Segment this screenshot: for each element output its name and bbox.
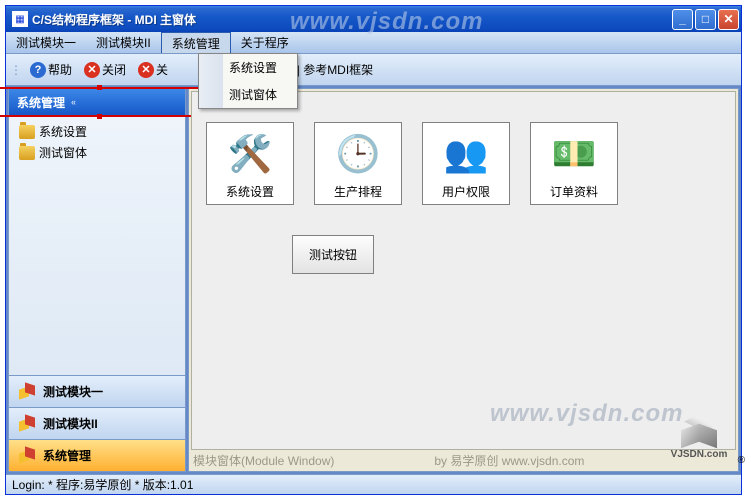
sidebar-header-label: 系统管理 — [17, 94, 65, 111]
close2-tool-button[interactable]: ✕ 关 — [134, 59, 172, 80]
card-label: 生产排程 — [334, 183, 382, 200]
system-dropdown: 系统设置 测试窗体 — [198, 53, 298, 109]
orders-icon: 💵 — [549, 129, 599, 179]
card-settings[interactable]: 🛠️ 系统设置 — [206, 122, 294, 205]
minimize-button[interactable]: _ — [672, 9, 693, 30]
close-tool-button[interactable]: ✕ 关闭 — [80, 59, 130, 80]
nav-label: 测试模块II — [43, 415, 98, 432]
folder-icon — [19, 146, 35, 160]
nav-test2[interactable]: 测试模块II — [9, 407, 185, 439]
test-button[interactable]: 测试按钮 — [292, 235, 374, 274]
cube-icon — [17, 446, 37, 466]
card-label: 系统设置 — [226, 183, 274, 200]
status-text: Login: * 程序:易学原创 * 版本:1.01 — [12, 476, 193, 493]
nav-system[interactable]: 系统管理 — [9, 439, 185, 471]
close-button[interactable]: ✕ — [718, 9, 739, 30]
help-button[interactable]: ? 帮助 — [26, 59, 76, 80]
titlebar[interactable]: ▦ C/S结构程序框架 - MDI 主窗体 _ □ ✕ — [6, 6, 741, 32]
sidebar-nav: 测试模块一 测试模块II 系统管理 — [9, 375, 185, 471]
close-icon: ✕ — [138, 62, 154, 78]
sidebar: 系统管理 « 系统设置 测试窗体 — [8, 88, 186, 472]
close-label: 关闭 — [102, 61, 126, 78]
menu-test2[interactable]: 测试模块II — [86, 32, 161, 53]
tree-label: 系统设置 — [39, 123, 87, 140]
nav-label: 系统管理 — [43, 447, 91, 464]
card-schedule[interactable]: 🕒 生产排程 — [314, 122, 402, 205]
tree-item-settings[interactable]: 系统设置 — [13, 121, 181, 142]
nav-label: 测试模块一 — [43, 383, 103, 400]
close2-label: 关 — [156, 61, 168, 78]
menu-about[interactable]: 关于程序 — [231, 32, 299, 53]
footer-right: by 易学原创 www.vjsdn.com — [434, 452, 584, 469]
app-icon: ▦ — [12, 11, 28, 27]
menu-system[interactable]: 系统管理 — [161, 32, 231, 53]
settings-icon: 🛠️ — [225, 129, 275, 179]
permissions-icon: 👥 — [441, 129, 491, 179]
footer-left: 模块窗体(Module Window) — [193, 452, 334, 469]
content-area: 🛠️ 系统设置 🕒 生产排程 👥 用户权限 💵 订单资料 — [188, 88, 739, 472]
toolbar: ⋮ ? 帮助 ✕ 关闭 ✕ 关 oolbar | 参考MDI框架 — [6, 54, 741, 86]
cube-icon — [17, 382, 37, 402]
window-title: C/S结构程序框架 - MDI 主窗体 — [32, 11, 672, 28]
main-window: ▦ C/S结构程序框架 - MDI 主窗体 _ □ ✕ 测试模块一 测试模块II… — [5, 5, 742, 495]
logo: VJSDN.com ® — [659, 417, 739, 472]
tree-item-testwin[interactable]: 测试窗体 — [13, 142, 181, 163]
dropdown-item-testwin[interactable]: 测试窗体 — [199, 81, 297, 108]
help-label: 帮助 — [48, 61, 72, 78]
menu-test1[interactable]: 测试模块一 — [6, 32, 86, 53]
sidebar-tree: 系统设置 测试窗体 — [9, 115, 185, 375]
schedule-icon: 🕒 — [333, 129, 383, 179]
card-orders[interactable]: 💵 订单资料 — [530, 122, 618, 205]
statusbar: Login: * 程序:易学原创 * 版本:1.01 — [6, 474, 741, 494]
collapse-icon[interactable]: « — [71, 97, 76, 107]
close-icon: ✕ — [84, 62, 100, 78]
cube-icon — [17, 414, 37, 434]
nav-test1[interactable]: 测试模块一 — [9, 375, 185, 407]
tree-label: 测试窗体 — [39, 144, 87, 161]
sidebar-header[interactable]: 系统管理 « — [9, 89, 185, 115]
logo-text: VJSDN.com — [671, 449, 728, 460]
dropdown-item-settings[interactable]: 系统设置 — [199, 54, 297, 81]
menubar: 测试模块一 测试模块II 系统管理 关于程序 — [6, 32, 741, 54]
maximize-button[interactable]: □ — [695, 9, 716, 30]
card-label: 用户权限 — [442, 183, 490, 200]
folder-icon — [19, 125, 35, 139]
card-label: 订单资料 — [550, 183, 598, 200]
card-permissions[interactable]: 👥 用户权限 — [422, 122, 510, 205]
help-icon: ? — [30, 62, 46, 78]
